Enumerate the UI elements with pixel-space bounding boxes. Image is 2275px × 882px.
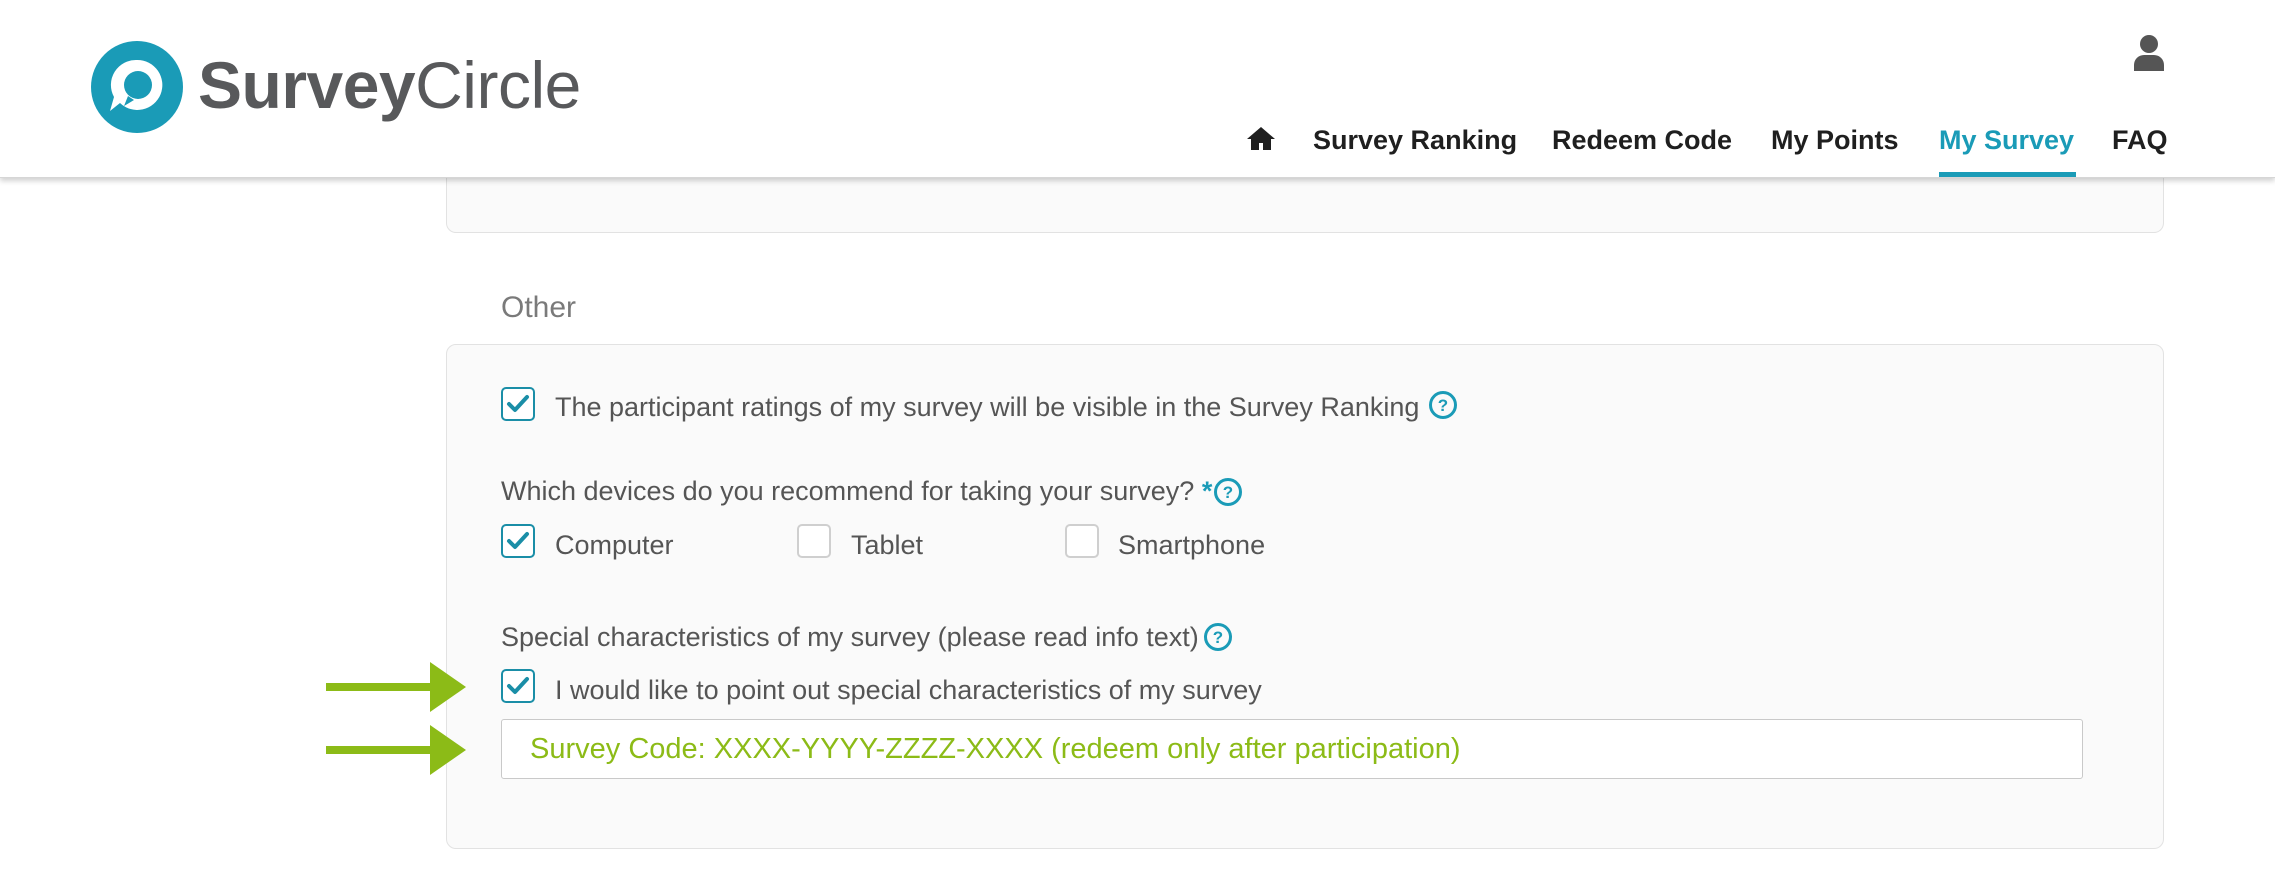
- device-tablet-label: Tablet: [851, 530, 924, 560]
- active-tab-indicator: [1939, 172, 2076, 177]
- checkmark-icon: [507, 532, 529, 549]
- devices-question-text: Which devices do you recommend for takin…: [501, 476, 1195, 506]
- device-computer-label: Computer: [555, 530, 674, 560]
- logo-word-circle: Circle: [415, 48, 581, 122]
- site-header: SurveyCircle Survey Ranking Redeem Code …: [0, 0, 2275, 178]
- svg-text:?: ?: [1213, 628, 1223, 647]
- green-arrow-icon: [326, 725, 466, 775]
- device-smartphone-checkbox[interactable]: [1065, 524, 1099, 558]
- main-nav: Survey Ranking Redeem Code My Points My …: [0, 112, 2275, 177]
- checkmark-icon: [507, 677, 529, 694]
- green-arrow-icon: [326, 662, 466, 712]
- nav-my-survey[interactable]: My Survey: [1939, 120, 2074, 160]
- ranking-visible-label: The participant ratings of my survey wil…: [555, 392, 1420, 422]
- ranking-visible-checkbox[interactable]: [501, 387, 535, 421]
- home-icon[interactable]: [1246, 124, 1276, 154]
- nav-faq[interactable]: FAQ: [2112, 120, 2168, 160]
- special-question: Special characteristics of my survey (pl…: [501, 622, 1199, 652]
- special-characteristics-label: I would like to point out special charac…: [555, 675, 1262, 705]
- logo-word-survey: Survey: [198, 48, 416, 122]
- special-characteristics-input[interactable]: Survey Code: XXXX-YYYY-ZZZZ-XXXX (redeem…: [501, 719, 2083, 779]
- svg-text:?: ?: [1223, 483, 1233, 502]
- svg-text:?: ?: [1438, 396, 1448, 415]
- special-characteristics-checkbox[interactable]: [501, 669, 535, 703]
- device-smartphone-label: Smartphone: [1118, 530, 1266, 560]
- question-circle-icon[interactable]: ?: [1203, 622, 1233, 652]
- question-circle-icon[interactable]: ?: [1213, 477, 1243, 507]
- device-computer-checkbox[interactable]: [501, 524, 535, 558]
- nav-my-points[interactable]: My Points: [1771, 120, 1899, 160]
- devices-question: Which devices do you recommend for takin…: [501, 474, 1212, 508]
- checkmark-icon: [507, 395, 529, 412]
- question-circle-icon[interactable]: ?: [1428, 390, 1458, 420]
- nav-redeem-code[interactable]: Redeem Code: [1552, 120, 1732, 160]
- section-title: Other: [501, 291, 577, 324]
- nav-survey-ranking[interactable]: Survey Ranking: [1313, 120, 1517, 160]
- required-asterisk: *: [1201, 476, 1213, 506]
- device-tablet-checkbox[interactable]: [797, 524, 831, 558]
- user-icon[interactable]: [2132, 34, 2166, 72]
